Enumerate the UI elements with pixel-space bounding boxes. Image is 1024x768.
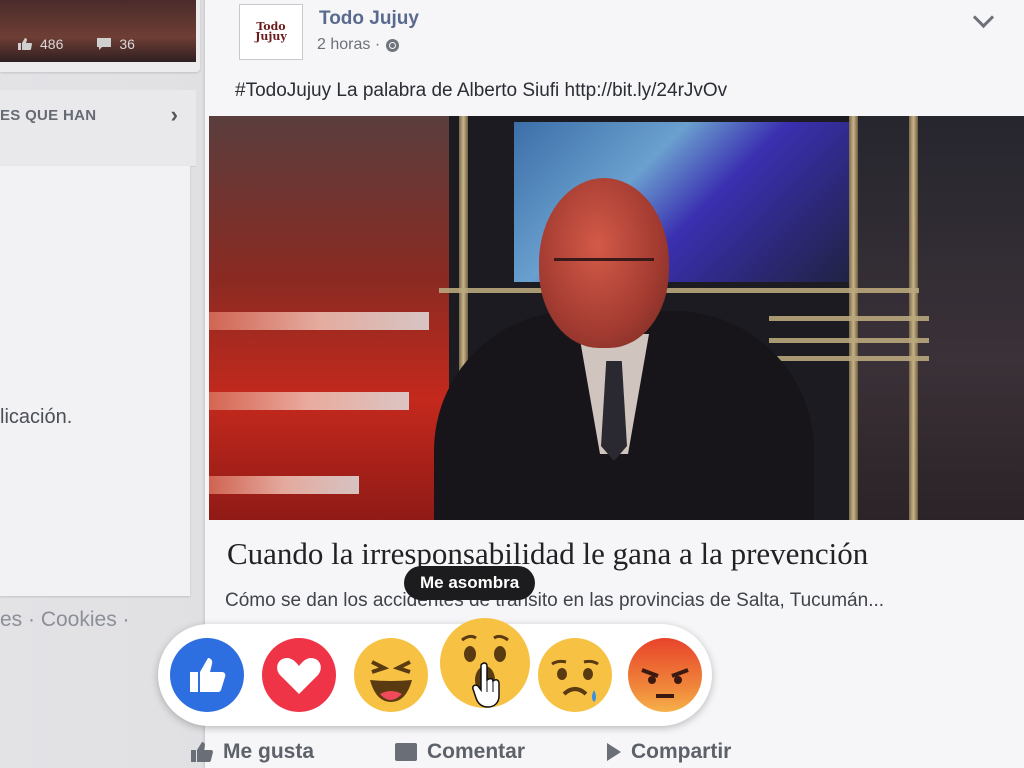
studio-rail xyxy=(769,338,929,343)
reaction-love-button[interactable] xyxy=(262,638,336,712)
sad-face-icon xyxy=(551,659,599,702)
like-icon xyxy=(191,742,213,762)
studio-stripe xyxy=(209,392,409,410)
person-glasses xyxy=(554,258,654,277)
reactions-popup xyxy=(158,618,712,726)
studio-stripe xyxy=(209,312,429,330)
comment-count: 36 xyxy=(119,36,135,52)
previous-post-card: 486 36 xyxy=(0,0,200,72)
link-title[interactable]: Cuando la irresponsabilidad le gana a la… xyxy=(227,536,868,572)
like-count: 486 xyxy=(40,36,64,52)
studio-rail xyxy=(439,288,919,293)
studio-stripe xyxy=(209,476,359,494)
share-action-label: Compartir xyxy=(631,740,732,763)
previous-post-stats: 486 36 xyxy=(18,36,135,52)
studio-background-left xyxy=(209,116,449,520)
share-icon xyxy=(607,743,621,761)
like-action-label: Me gusta xyxy=(223,740,315,763)
comment-count-stat[interactable]: 36 xyxy=(97,36,135,52)
share-action-button[interactable]: Compartir xyxy=(607,740,731,764)
like-count-stat[interactable]: 486 xyxy=(18,36,63,52)
hand-cursor-icon xyxy=(472,662,500,708)
link-description[interactable]: Cómo se dan los accidentes de tránsito e… xyxy=(225,590,884,612)
reaction-haha-button[interactable] xyxy=(354,638,428,712)
like-icon xyxy=(18,38,32,50)
studio-rail xyxy=(769,356,929,361)
suggestions-header[interactable]: ES QUE HAN › xyxy=(0,90,196,167)
page-avatar-text: Todo Jujuy xyxy=(255,20,287,43)
suggestions-body-text: licación. xyxy=(0,406,73,428)
comment-action-button[interactable]: Comentar xyxy=(395,740,525,764)
heart-icon xyxy=(277,658,321,694)
chevron-right-icon[interactable]: › xyxy=(171,102,178,128)
suggestions-body: licación. xyxy=(0,166,190,596)
like-icon xyxy=(190,658,226,692)
link-preview-image[interactable] xyxy=(209,116,1024,520)
reaction-sad-button[interactable] xyxy=(538,638,612,712)
post-action-bar: Me gusta Comentar Compartir xyxy=(191,732,1024,768)
comment-action-label: Comentar xyxy=(427,740,526,763)
comment-icon xyxy=(97,38,112,50)
post-text: #TodoJujuy La palabra de Alberto Siufi h… xyxy=(235,80,728,101)
reaction-like-button[interactable] xyxy=(170,638,244,712)
reaction-tooltip: Me asombra xyxy=(404,566,536,600)
reaction-angry-button[interactable] xyxy=(628,638,702,712)
laughing-face-icon xyxy=(370,660,412,702)
angry-face-icon xyxy=(641,668,689,698)
page-name-link[interactable]: Todo Jujuy xyxy=(319,8,419,30)
post-timestamp[interactable]: 2 horas · xyxy=(317,36,400,54)
previous-post-thumbnail[interactable] xyxy=(0,0,196,62)
page-avatar[interactable]: Todo Jujuy xyxy=(239,4,303,60)
comment-icon xyxy=(395,743,417,761)
like-action-button[interactable]: Me gusta xyxy=(191,740,314,764)
suggestions-title: ES QUE HAN xyxy=(0,107,97,124)
studio-rail xyxy=(769,316,929,321)
timestamp-text: 2 horas · xyxy=(317,36,381,53)
globe-icon xyxy=(386,38,400,52)
footer-links[interactable]: es · Cookies · xyxy=(0,608,130,632)
screen: 486 36 ES QUE HAN › licación. es · Cooki… xyxy=(0,0,1024,768)
chevron-down-icon[interactable] xyxy=(972,6,995,29)
